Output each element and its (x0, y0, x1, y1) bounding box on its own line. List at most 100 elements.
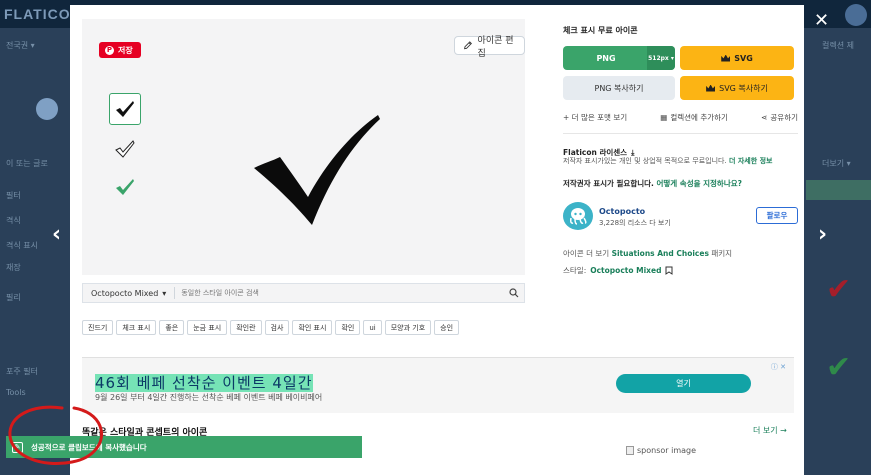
license-text: 저작자 표시가있는 개인 및 상업적 목적으로 무료입니다. 더 자세한 정보 (563, 156, 772, 166)
pinterest-save-button[interactable]: P 저장 (99, 42, 141, 58)
user-avatar[interactable] (845, 4, 867, 26)
background-left-item: 재장 (6, 263, 21, 272)
pack-link[interactable]: Situations And Choices (612, 249, 709, 258)
more-formats-link[interactable]: + 더 많은 포맷 보기 (563, 112, 627, 123)
panel-divider (563, 133, 798, 134)
svg-label: SVG (734, 53, 753, 63)
style-search-input[interactable] (175, 284, 504, 302)
style-info: 스타일: Octopocto Mixed (563, 265, 673, 276)
tag-item[interactable]: 체크 표시 (116, 320, 157, 335)
icon-detail-modal: P 저장 아이콘 편집 Octopocto Mixed ▾ 진드기 (70, 5, 804, 475)
background-check-icon: ✔ (826, 272, 852, 307)
copy-success-toast: ✎ 성공적으로 클립보드에 복사했습니다 (6, 436, 362, 458)
icon-title: 체크 표시 무료 아이콘 (563, 26, 638, 35)
background-left-item: 필리 (6, 293, 21, 302)
thumbnail-green-check[interactable] (109, 171, 141, 203)
background-left-item: Tools (6, 388, 26, 397)
tag-item[interactable]: 승인 (434, 320, 460, 335)
background-left-item: 격식 (6, 216, 21, 225)
icon-preview-area: P 저장 아이콘 편집 (82, 19, 525, 275)
background-green-bar (806, 180, 871, 200)
tag-item[interactable]: ui (363, 320, 382, 335)
pack-prefix: 아이콘 더 보기 (563, 249, 610, 258)
attribution-text: 저작권자 표시가 필요합니다. (563, 179, 654, 188)
tag-item[interactable]: 진드기 (82, 320, 114, 335)
author-name[interactable]: Octopocto (599, 207, 645, 216)
svg-copy-label: SVG 복사하기 (719, 83, 768, 93)
background-check-icon: ✔ (826, 350, 852, 385)
search-icon (509, 288, 519, 298)
prev-arrow-icon[interactable]: ‹ (52, 222, 61, 247)
tag-item[interactable]: 확인 표시 (292, 320, 333, 335)
bookmark-icon[interactable] (665, 266, 673, 275)
download-svg-button[interactable]: SVG (680, 46, 794, 70)
octopus-icon (570, 208, 587, 225)
author-row: Octopocto 3,228의 리소스 다 보기 팔로우 (563, 200, 798, 234)
check-outline-icon (115, 140, 135, 158)
share-label: 공유하기 (770, 113, 798, 122)
check-icon (116, 101, 134, 117)
premium-crown-icon (721, 54, 731, 62)
share-icon: ⋖ (761, 113, 768, 122)
background-left-item: 필터 (6, 191, 21, 200)
tag-item[interactable]: 확인 (335, 320, 361, 335)
tag-item[interactable]: 검사 (264, 320, 290, 335)
style-prefix: 스타일: (563, 266, 587, 275)
png-label: PNG (596, 53, 616, 63)
thumbnail-black-check[interactable] (109, 93, 141, 125)
ad-open-button[interactable]: 열기 (616, 374, 751, 393)
style-link[interactable]: Octopocto Mixed (590, 266, 661, 275)
large-check-icon (254, 115, 380, 225)
style-filter-dropdown[interactable]: Octopocto Mixed ▾ (83, 287, 176, 299)
collection-icon: ▦ (660, 113, 668, 122)
pencil-icon: ✎ (12, 441, 23, 453)
ad-choices-icon[interactable]: ⓘ ✕ (771, 362, 786, 372)
edit-icon-button[interactable]: 아이콘 편집 (454, 36, 525, 59)
thumbnail-outline-check[interactable] (109, 133, 141, 165)
add-to-collection-link[interactable]: ▦ 컬렉션에 추가하기 (660, 112, 728, 123)
author-resources-link[interactable]: 3,228의 리소스 다 보기 (599, 218, 671, 228)
pack-info: 아이콘 더 보기 Situations And Choices 패키지 (563, 248, 732, 259)
premium-crown-icon (706, 84, 716, 92)
tag-item[interactable]: 좋은 (159, 320, 185, 335)
png-size-dropdown[interactable]: 512px ▾ (647, 46, 675, 70)
style-search-bar: Octopocto Mixed ▾ (82, 283, 525, 303)
ad-subtitle: 9월 26일 부터 4일간 진행하는 선착순 베페 이벤트 베페 베이비페어 (95, 393, 323, 402)
background-left-item: 전국권 ▾ (6, 41, 35, 50)
more-info-link[interactable]: 더 자세한 정보 (729, 157, 773, 165)
copy-png-button[interactable]: PNG 복사하기 (563, 76, 675, 100)
broken-image-icon (626, 446, 634, 455)
tag-item[interactable]: 모양과 기호 (384, 320, 432, 335)
download-png-button[interactable]: PNG 512px ▾ (563, 46, 675, 70)
background-right-item: 컬렉션 제 (822, 41, 854, 50)
sponsor-alt-text: sponsor image (637, 446, 697, 455)
check-green-icon (116, 179, 134, 195)
how-to-attribute-link[interactable]: 어떻게 속성을 지정하나요? (657, 179, 742, 188)
sponsor-image[interactable]: sponsor image (626, 446, 696, 455)
save-label: 저장 (118, 45, 133, 55)
background-left-column (0, 28, 70, 475)
toast-message: 성공적으로 클립보드에 복사했습니다 (31, 442, 147, 452)
background-badge-icon (36, 98, 58, 120)
icon-actions: + 더 많은 포맷 보기 ▦ 컬렉션에 추가하기 ⋖ 공유하기 (563, 112, 798, 123)
author-avatar[interactable] (563, 202, 593, 230)
background-right-item: 더보기 ▾ (822, 159, 851, 168)
advertisement-banner[interactable]: ⓘ ✕ 46회 베페 선착순 이벤트 4일간 9월 26일 부터 4일간 진행하… (82, 357, 794, 413)
follow-button[interactable]: 팔로우 (756, 207, 798, 224)
share-link[interactable]: ⋖ 공유하기 (761, 112, 798, 123)
tag-item[interactable]: 확인란 (230, 320, 262, 335)
copy-svg-button[interactable]: SVG 복사하기 (680, 76, 794, 100)
ad-title: 46회 베페 선착순 이벤트 4일간 (95, 374, 313, 392)
background-left-item: 포주 필터 (6, 367, 38, 376)
search-button[interactable] (504, 288, 524, 298)
tag-list: 진드기 체크 표시 좋은 눈금 표시 확인란 검사 확인 표시 확인 ui 모양… (82, 320, 542, 335)
pack-suffix: 패키지 (711, 249, 733, 258)
background-left-item: 격식 표시 (6, 241, 38, 250)
close-icon[interactable]: ✕ (814, 10, 829, 31)
attribution-notice: 저작권자 표시가 필요합니다. 어떻게 속성을 지정하나요? (563, 178, 742, 189)
tag-item[interactable]: 눈금 표시 (187, 320, 228, 335)
next-arrow-icon[interactable]: › (818, 222, 827, 247)
see-more-link[interactable]: 더 보기 → (753, 425, 787, 436)
license-body: 저작자 표시가있는 개인 및 상업적 목적으로 무료입니다. (563, 157, 727, 165)
pencil-icon (464, 41, 472, 50)
